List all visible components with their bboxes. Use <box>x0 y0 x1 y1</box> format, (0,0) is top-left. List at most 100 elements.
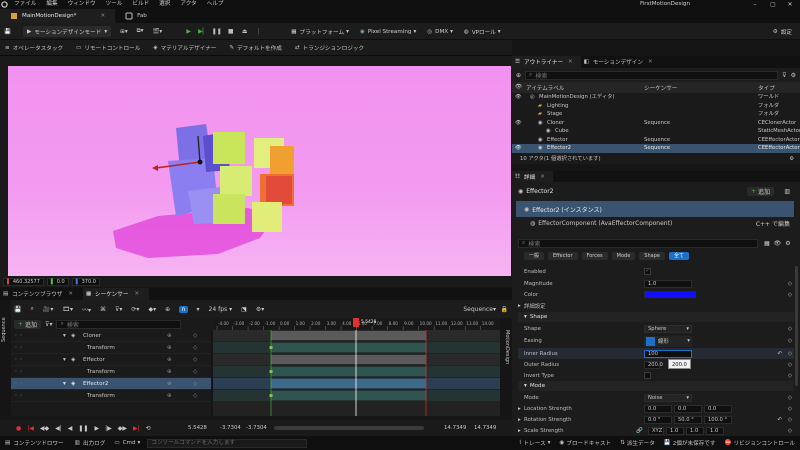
menu-select[interactable]: 選択 <box>154 0 175 9</box>
dmx-dropdown[interactable]: ◎ DMX ▾ <box>423 26 457 37</box>
transform-icon[interactable]: ⊕ <box>165 306 170 313</box>
derived-data-button[interactable]: ⇅ 派生データ <box>620 439 655 447</box>
outliner-row[interactable]: 👁 ◉ Effector2 Sequence CEEffectorActor <box>512 144 800 153</box>
visibility-column-icon[interactable]: 👁 <box>515 84 522 90</box>
menu-window[interactable]: ウィンドウ <box>63 0 101 9</box>
record-icon[interactable]: ● <box>16 425 21 432</box>
filter-icon[interactable]: ⊽▾ <box>45 321 52 328</box>
minimize-icon[interactable]: – <box>748 0 762 9</box>
tab-close-icon[interactable]: ✕ <box>134 291 139 297</box>
location-x-input[interactable]: 0.0 <box>644 404 672 413</box>
track-key-icon[interactable]: ◇ <box>193 345 197 351</box>
settings-icon[interactable]: ⚙ <box>785 240 790 247</box>
range-end-field[interactable]: 14.7349 <box>474 425 496 431</box>
prop-advanced[interactable]: ▸ 詳細設定 <box>518 300 794 311</box>
stop-icon[interactable]: ■ <box>225 26 236 37</box>
filter-icon[interactable]: ⊽ <box>782 72 786 79</box>
instance-row[interactable]: ◉ Effector2 (インスタンス) <box>516 201 794 217</box>
expand-icon[interactable]: ▾ <box>63 333 66 339</box>
range-view-end-field[interactable]: 14.7349 <box>444 425 466 431</box>
menu-edit[interactable]: 編集 <box>41 0 62 9</box>
snap-icon[interactable]: ◆▾ <box>148 306 156 313</box>
save-icon[interactable]: 💾 <box>4 29 14 35</box>
reset-icon[interactable]: ↶ <box>777 417 782 423</box>
console-input[interactable]: コンソールコマンドを入力します <box>147 438 308 448</box>
play-next-icon[interactable]: ▶▏ <box>197 26 208 37</box>
keyframe-icon[interactable]: ◇ <box>788 362 792 368</box>
eject-icon[interactable]: ⏏ <box>239 26 250 37</box>
tab-main-motion-design[interactable]: MainMotionDesign* ✕ <box>0 9 116 23</box>
track-add-icon[interactable]: ⊕ <box>167 393 172 399</box>
outer-radius-input[interactable]: 200.0 <box>644 360 663 369</box>
component-row[interactable]: ◍ EffectorComponent (AvaEffectorComponen… <box>516 217 794 229</box>
tab-details[interactable]: ☷ 詳細 ✕ <box>512 171 553 182</box>
track-add-icon[interactable]: ⊕ <box>167 345 172 351</box>
tab-close-icon[interactable]: ✕ <box>68 291 73 297</box>
timeline-area[interactable] <box>213 330 500 416</box>
actor-add-icon[interactable]: ⊞▾ <box>120 29 128 35</box>
jump-end-icon[interactable]: ▶| <box>133 425 140 432</box>
track-search-input[interactable]: ⌕ 検索 <box>56 319 182 329</box>
tab-content-browser[interactable]: ▤ コンテンツブラウザ ✕ <box>0 288 83 300</box>
rotation-z-input[interactable]: 100.0 ° <box>704 415 732 424</box>
outliner-row[interactable]: ▰ Stage フォルダ <box>512 110 800 119</box>
edit-in-cpp-link[interactable]: C++ で編集 <box>756 219 790 228</box>
gear-icon[interactable]: ⚙ <box>791 72 796 79</box>
menu-tools[interactable]: ツール <box>101 0 128 9</box>
outliner-row[interactable]: 👁 ◉ Cloner Sequence CEClonerActor <box>512 119 800 128</box>
coord-y-field[interactable]: ▌ 0.0 <box>46 277 69 286</box>
coord-x-field[interactable]: ▌ 460.32577 <box>3 277 44 286</box>
outliner-row[interactable]: 👁 ◎ MainMotionDesign (エディタ) ワールド <box>512 93 800 102</box>
outliner-row[interactable]: ◉ Effector Sequence CEEffectorActor <box>512 136 800 145</box>
track-row[interactable]: ◦ ◦ Transform ⊕ ◇ <box>11 366 211 378</box>
tab-fab[interactable]: Fab <box>115 9 157 23</box>
search-icon[interactable]: ⌕ <box>30 305 33 313</box>
add-track-button[interactable]: + 追加 <box>14 319 42 329</box>
cmd-dropdown[interactable]: ▭ Cmd ▾ <box>114 440 140 446</box>
track-row[interactable]: ◦ ◦ Transform ⊕ ◇ <box>11 342 211 354</box>
actor-name[interactable]: Effector2 <box>526 188 553 195</box>
track-visibility-icon[interactable]: ◦ ◦ <box>14 357 22 363</box>
keyframe-icon[interactable]: ◇ <box>788 373 792 379</box>
lock-icon[interactable]: 🔒 <box>501 306 508 313</box>
current-time-field[interactable]: 5.5428 <box>188 425 207 431</box>
blueprint-icon[interactable]: ⧉▾ <box>137 28 144 35</box>
mode-dropdown[interactable]: ▶ モーションデザインモード ▾ <box>23 26 112 37</box>
inner-radius-input[interactable]: 100 <box>644 349 692 358</box>
visibility-icon[interactable]: 👁 <box>515 144 522 153</box>
maximize-icon[interactable]: ▢ <box>766 0 780 9</box>
menu-actor[interactable]: アクタ <box>175 0 201 9</box>
material-designer-button[interactable]: ◈ マテリアルデザイナー <box>153 44 216 52</box>
filter-general[interactable]: 一般 <box>524 252 545 260</box>
coord-z-field[interactable]: ▌ 370.0 <box>71 277 100 286</box>
operator-stack-button[interactable]: ≡ オペレータスタック <box>5 44 63 52</box>
rotation-y-input[interactable]: 50.0 ° <box>674 415 702 424</box>
tab-outliner[interactable]: ☰ アウトライナー ✕ <box>512 56 581 68</box>
filter-forces[interactable]: Forces <box>581 252 608 260</box>
visibility-icon[interactable]: 👁 <box>515 119 522 128</box>
track-row[interactable]: ◦ ◦ ▾ ◈ Effector2 ⊕ ◇ <box>11 378 211 390</box>
film-icon[interactable]: 🎞▾ <box>62 306 73 313</box>
menu-build[interactable]: ビルド <box>127 0 154 9</box>
track-key-icon[interactable]: ◇ <box>193 333 197 339</box>
create-default-button[interactable]: ✎ デフォルトを作成 <box>229 44 281 52</box>
track-visibility-icon[interactable]: ◦ ◦ <box>14 369 22 375</box>
timeline-section[interactable] <box>271 367 426 376</box>
filter-mode[interactable]: Mode <box>611 252 636 260</box>
outliner-row[interactable]: ◉ Cube StaticMeshActor <box>512 127 800 136</box>
timeline-section[interactable] <box>271 379 426 388</box>
fps-dropdown[interactable]: 24 fps ▾ <box>209 306 233 313</box>
invert-checkbox[interactable] <box>644 372 651 379</box>
track-visibility-icon[interactable]: ◦ ◦ <box>14 381 22 387</box>
key-icon[interactable]: ⌘ <box>100 306 106 313</box>
keyframe-icon[interactable]: ◇ <box>788 395 792 401</box>
timeline-scrollbar[interactable] <box>274 426 424 430</box>
pause-icon[interactable]: ❚❚ <box>211 26 222 37</box>
step-back-key-icon[interactable]: ◀◆ <box>40 425 49 432</box>
timeline-section[interactable] <box>271 391 426 400</box>
play-forward-icon[interactable]: ▶ <box>94 425 99 432</box>
keyframe-icon[interactable]: ◇ <box>788 281 792 287</box>
eye-icon[interactable]: 👁 <box>774 240 782 247</box>
layout-icon[interactable]: ▥ <box>784 188 790 195</box>
shape-dropdown[interactable]: Sphere ▾ <box>644 324 692 333</box>
